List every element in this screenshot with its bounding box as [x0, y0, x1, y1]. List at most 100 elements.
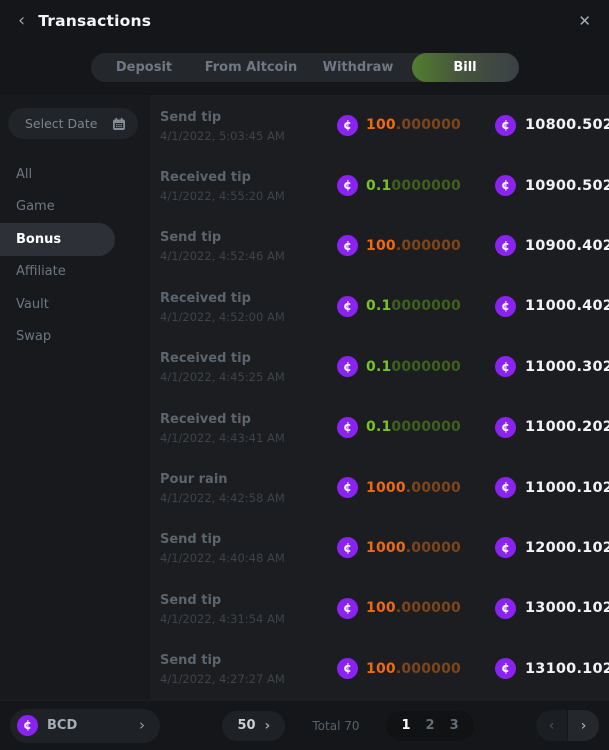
bcd-coin-icon: ¢ — [495, 175, 516, 196]
transaction-row: Send tip 4/1/2022, 4:52:46 AM ¢ 100.0000… — [160, 216, 609, 276]
page-number-1[interactable]: 1 — [401, 718, 410, 733]
dialog-header: ‹ Transactions ✕ — [0, 0, 609, 42]
filter-sidebar: Select Date — [0, 95, 150, 700]
close-icon[interactable]: ✕ — [578, 12, 591, 30]
transaction-row: Send tip 4/1/2022, 4:31:54 AM ¢ 100.0000… — [160, 578, 609, 638]
transaction-balance: ¢ 11000.3028 — [495, 356, 609, 377]
balance-value: 11000.4028 — [525, 298, 609, 314]
transactions-dialog: ‹ Transactions ✕ Deposit From Altcoin Wi… — [0, 0, 609, 750]
bcd-coin-icon: ¢ — [337, 296, 358, 317]
chevron-right-icon: › — [265, 719, 271, 733]
balance-value: 12000.1028 — [525, 540, 609, 556]
page-size-selector[interactable]: 50 › — [222, 711, 285, 741]
footer-bar: ¢ BCD › 50 › Total 70 1 2 3 ‹ › — [0, 700, 609, 750]
bcd-coin-icon: ¢ — [495, 235, 516, 256]
sidebar-item-vault[interactable]: Vault — [0, 288, 150, 321]
calendar-icon — [112, 117, 126, 131]
tab-from-altcoin[interactable]: From Altcoin — [198, 53, 305, 82]
page-number-2[interactable]: 2 — [426, 718, 435, 733]
transaction-row: Received tip 4/1/2022, 4:52:00 AM ¢ 0.10… — [160, 276, 609, 336]
sidebar-item-all[interactable]: All — [0, 158, 150, 191]
sidebar-item-game[interactable]: Game — [0, 191, 150, 224]
currency-label: BCD — [47, 718, 77, 733]
balance-value: 11000.2028 — [525, 419, 609, 435]
select-date-button[interactable]: Select Date — [8, 108, 138, 139]
balance-value: 13100.1028 — [525, 661, 609, 677]
next-page-button[interactable]: › — [568, 710, 599, 741]
transaction-row: Send tip 4/1/2022, 5:03:45 AM ¢ 100.0000… — [160, 95, 609, 155]
transaction-type: Received tip — [160, 291, 337, 306]
balance-value: 11000.1028 — [525, 480, 609, 496]
bcd-coin-icon: ¢ — [337, 417, 358, 438]
transaction-type: Pour rain — [160, 472, 337, 487]
transaction-date: 4/1/2022, 4:55:20 AM — [160, 189, 337, 203]
pagination-nav: ‹ › — [536, 710, 599, 741]
bcd-coin-icon: ¢ — [17, 715, 38, 736]
transaction-type: Received tip — [160, 412, 337, 427]
page-title: Transactions — [38, 12, 151, 30]
transaction-date: 4/1/2022, 4:40:48 AM — [160, 551, 337, 565]
bcd-coin-icon: ¢ — [337, 658, 358, 679]
transaction-date: 4/1/2022, 4:42:58 AM — [160, 491, 337, 505]
amount-decimals: 0000000 — [391, 178, 461, 194]
transaction-balance: ¢ 11000.4028 — [495, 296, 609, 317]
transaction-type: Send tip — [160, 653, 337, 668]
pagination: 1 2 3 — [386, 711, 473, 741]
sidebar-item-swap[interactable]: Swap — [0, 321, 150, 354]
transaction-balance: ¢ 13100.1028 — [495, 658, 609, 679]
transaction-amount: ¢ 0.10000000 — [337, 175, 495, 196]
balance-value: 11000.3028 — [525, 359, 609, 375]
amount-integer: 100 — [366, 238, 396, 254]
transaction-balance: ¢ 10800.5028 — [495, 115, 609, 136]
amount-decimals: .000000 — [396, 600, 461, 616]
transaction-balance: ¢ 10900.4028 — [495, 235, 609, 256]
transaction-amount: ¢ 100.000000 — [337, 658, 495, 679]
tab-bill[interactable]: Bill — [412, 53, 519, 82]
bcd-coin-icon: ¢ — [337, 175, 358, 196]
back-icon[interactable]: ‹ — [18, 12, 25, 30]
amount-integer: 100 — [366, 117, 396, 133]
transaction-balance: ¢ 10900.5028 — [495, 175, 609, 196]
transaction-amount: ¢ 1000.00000 — [337, 477, 495, 498]
balance-value: 13000.1028 — [525, 600, 609, 616]
tab-deposit[interactable]: Deposit — [91, 53, 198, 82]
transaction-type: Send tip — [160, 110, 337, 125]
bcd-coin-icon: ¢ — [337, 477, 358, 498]
bcd-coin-icon: ¢ — [337, 598, 358, 619]
tab-group: Deposit From Altcoin Withdraw Bill — [91, 53, 519, 82]
sidebar-item-affiliate[interactable]: Affiliate — [0, 256, 150, 289]
transaction-type: Received tip — [160, 170, 337, 185]
amount-decimals: .00000 — [406, 540, 461, 556]
currency-selector[interactable]: ¢ BCD › — [10, 709, 160, 743]
bcd-coin-icon: ¢ — [337, 235, 358, 256]
transaction-type: Received tip — [160, 351, 337, 366]
transaction-row: Pour rain 4/1/2022, 4:42:58 AM ¢ 1000.00… — [160, 457, 609, 517]
transaction-balance: ¢ 11000.2028 — [495, 417, 609, 438]
transaction-date: 4/1/2022, 4:43:41 AM — [160, 431, 337, 445]
transaction-amount: ¢ 0.10000000 — [337, 417, 495, 438]
chevron-right-icon: › — [139, 718, 145, 733]
prev-page-button[interactable]: ‹ — [536, 710, 567, 741]
bcd-coin-icon: ¢ — [495, 537, 516, 558]
transaction-row: Send tip 4/1/2022, 4:40:48 AM ¢ 1000.000… — [160, 518, 609, 578]
content-area: Select Date — [0, 95, 609, 700]
tab-withdraw[interactable]: Withdraw — [305, 53, 412, 82]
amount-decimals: .000000 — [396, 661, 461, 677]
transaction-row: Received tip 4/1/2022, 4:45:25 AM ¢ 0.10… — [160, 337, 609, 397]
amount-integer: 100 — [366, 600, 396, 616]
transaction-list: Send tip 4/1/2022, 5:03:45 AM ¢ 100.0000… — [150, 95, 609, 700]
transaction-amount: ¢ 100.000000 — [337, 235, 495, 256]
transaction-date: 4/1/2022, 4:52:46 AM — [160, 249, 337, 263]
transaction-type: Send tip — [160, 593, 337, 608]
select-date-label: Select Date — [25, 116, 97, 131]
transaction-date: 4/1/2022, 4:31:54 AM — [160, 612, 337, 626]
page-number-3[interactable]: 3 — [450, 718, 459, 733]
sidebar-item-bonus[interactable]: Bonus — [0, 223, 115, 256]
amount-decimals: 0000000 — [391, 298, 461, 314]
bcd-coin-icon: ¢ — [337, 356, 358, 377]
transaction-balance: ¢ 13000.1028 — [495, 598, 609, 619]
amount-decimals: 0000000 — [391, 419, 461, 435]
transaction-amount: ¢ 0.10000000 — [337, 356, 495, 377]
page-size-value: 50 — [237, 718, 255, 733]
bcd-coin-icon: ¢ — [495, 296, 516, 317]
